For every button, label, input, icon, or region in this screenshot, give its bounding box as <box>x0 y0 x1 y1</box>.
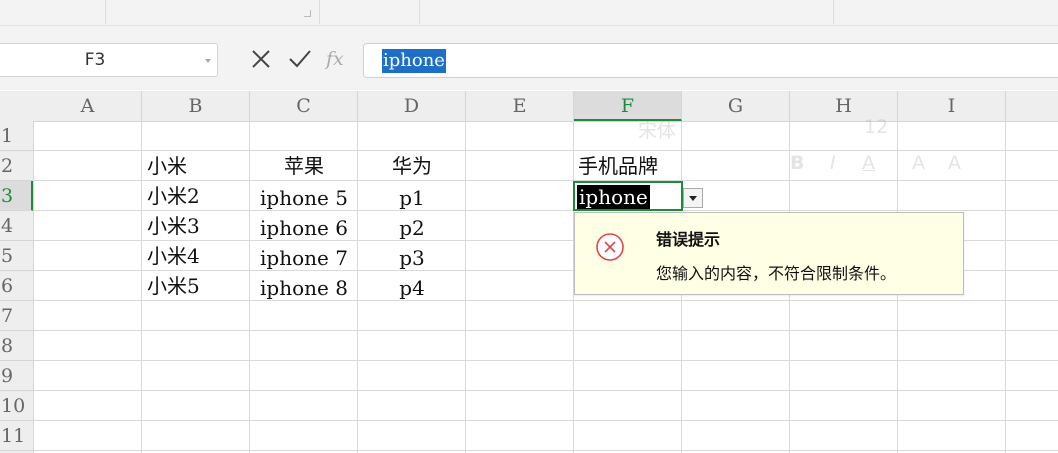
name-box[interactable]: F3 <box>0 43 218 77</box>
error-tooltip: 错误提示 您输入的内容，不符合限制条件。 <box>574 212 964 295</box>
name-box-ref: F3 <box>84 50 106 70</box>
column-header-b[interactable]: B <box>142 91 250 121</box>
error-circle-icon <box>595 232 625 262</box>
column-header-e[interactable]: E <box>466 91 574 121</box>
cell-b4[interactable]: 小米3 <box>147 211 200 241</box>
cell-c4[interactable]: iphone 6 <box>250 213 358 243</box>
cell-b5[interactable]: 小米4 <box>147 241 200 271</box>
cell-c2[interactable]: 苹果 <box>250 151 358 181</box>
error-tooltip-message: 您输入的内容，不符合限制条件。 <box>656 264 897 283</box>
row-header-3[interactable]: 3 <box>0 181 33 211</box>
dropdown-arrow-icon[interactable] <box>683 188 703 208</box>
row-header-9[interactable]: 9 <box>0 361 33 391</box>
row-header-4[interactable]: 4 <box>0 211 33 241</box>
active-cell-f3[interactable]: iphone <box>573 181 683 211</box>
row-header-1[interactable]: 1 <box>0 121 33 151</box>
row-header-bar: 1 2 3 4 5 6 7 8 9 10 11 <box>0 121 34 453</box>
cell-d2[interactable]: 华为 <box>358 151 466 181</box>
row-header-7[interactable]: 7 <box>0 301 33 331</box>
font-name-field[interactable]: 宋体 <box>638 116 676 143</box>
row-header-8[interactable]: 8 <box>0 331 33 361</box>
row-header-6[interactable]: 6 <box>0 271 33 301</box>
cell-d4[interactable]: p2 <box>358 213 466 243</box>
ribbon-divider <box>833 0 834 24</box>
bold-icon[interactable]: B <box>790 152 804 174</box>
increase-font-icon[interactable]: A <box>912 152 925 174</box>
row-header-10[interactable]: 10 <box>0 391 33 421</box>
decrease-font-icon[interactable]: A <box>948 152 961 174</box>
cell-b2[interactable]: 小米 <box>147 151 187 181</box>
cell-d6[interactable]: p4 <box>358 273 466 303</box>
ribbon-strip <box>0 0 1058 26</box>
cell-c3[interactable]: iphone 5 <box>250 183 358 213</box>
font-color-icon[interactable]: A <box>862 152 875 174</box>
font-size-field[interactable]: 12 <box>864 116 888 138</box>
cell-c5[interactable]: iphone 7 <box>250 243 358 273</box>
cell-b3[interactable]: 小米2 <box>147 181 200 211</box>
ribbon-divider <box>105 0 106 24</box>
column-header-a[interactable]: A <box>34 91 142 121</box>
fx-icon[interactable]: fx <box>326 46 344 72</box>
floating-format-toolbar: 宋体 12 B I A A A <box>636 110 1036 190</box>
ribbon-divider <box>319 0 320 24</box>
error-tooltip-title: 错误提示 <box>656 230 721 249</box>
active-cell-text: iphone <box>577 185 650 209</box>
italic-icon[interactable]: I <box>830 152 836 174</box>
cell-f2[interactable]: 手机品牌 <box>578 151 658 181</box>
column-header-c[interactable]: C <box>250 91 358 121</box>
row-header-11[interactable]: 11 <box>0 421 33 451</box>
check-icon[interactable] <box>287 46 313 72</box>
chevron-down-icon[interactable] <box>205 59 211 63</box>
cell-d3[interactable]: p1 <box>358 183 466 213</box>
formula-bar: F3 fx iphone <box>0 26 1058 90</box>
formula-input[interactable]: iphone <box>363 43 1058 78</box>
cell-b6[interactable]: 小米5 <box>147 271 200 301</box>
row-header-2[interactable]: 2 <box>0 151 33 181</box>
cell-d5[interactable]: p3 <box>358 243 466 273</box>
x-icon[interactable] <box>248 46 274 72</box>
formula-input-text: iphone <box>382 49 446 73</box>
ribbon-divider <box>419 0 420 24</box>
row-header-5[interactable]: 5 <box>0 241 33 271</box>
dialog-launcher-icon[interactable] <box>304 10 311 17</box>
cell-c6[interactable]: iphone 8 <box>250 273 358 303</box>
column-header-d[interactable]: D <box>358 91 466 121</box>
